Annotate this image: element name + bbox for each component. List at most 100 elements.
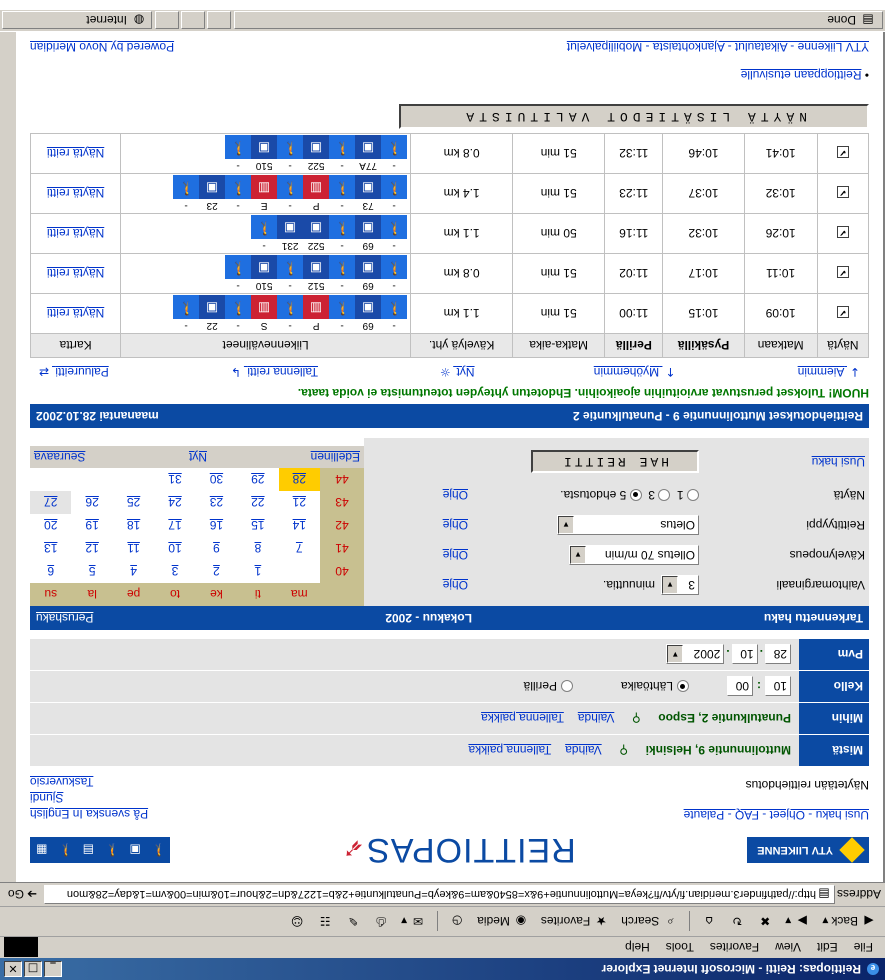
calendar-day[interactable]: 2 bbox=[196, 560, 237, 583]
show-3-radio[interactable] bbox=[658, 489, 671, 501]
route-checkbox[interactable]: ✔ bbox=[836, 226, 849, 239]
now-link[interactable]: Nyt ☼ bbox=[437, 364, 475, 380]
ytv-logo[interactable]: YTV LIIKENNE bbox=[747, 837, 869, 863]
calendar-day[interactable]: 22 bbox=[237, 491, 278, 514]
from-save-link[interactable]: Tallenna paikka bbox=[468, 744, 551, 758]
calendar-day[interactable]: 5 bbox=[71, 560, 112, 583]
show-route-link[interactable]: Näytä reitti bbox=[47, 187, 104, 201]
calendar-day[interactable]: 16 bbox=[196, 514, 237, 537]
calendar-day[interactable]: 11 bbox=[113, 537, 154, 560]
save-route-link[interactable]: Tallenna reitti ↳ bbox=[228, 364, 318, 380]
stop-button[interactable]: ✖ bbox=[753, 912, 777, 932]
route-type-select[interactable]: Oletus ▼ bbox=[557, 515, 699, 535]
calendar-day[interactable]: 1 bbox=[237, 560, 278, 583]
walk-speed-select[interactable]: Olletus 70 m/min ▼ bbox=[569, 545, 699, 565]
calendar-day[interactable]: 14 bbox=[279, 514, 320, 537]
menu-file[interactable]: File bbox=[846, 941, 881, 955]
calendar-day[interactable]: 4 bbox=[113, 560, 154, 583]
calendar-now-link[interactable]: Nyt bbox=[189, 450, 207, 464]
calendar-day[interactable]: 3 bbox=[154, 560, 195, 583]
powered-by-link[interactable]: Powered by Novo Meridian bbox=[30, 40, 174, 54]
calendar-day[interactable]: 13 bbox=[30, 537, 71, 560]
earlier-link[interactable]: ↓ Aiemmin bbox=[798, 364, 863, 380]
route-checkbox[interactable]: ✔ bbox=[836, 306, 849, 319]
help-link[interactable]: Ohje bbox=[368, 518, 468, 532]
to-save-link[interactable]: Tallenna paikka bbox=[481, 712, 564, 726]
calendar-day[interactable]: 12 bbox=[71, 537, 112, 560]
help-link[interactable]: Ohje bbox=[368, 578, 468, 592]
from-change-link[interactable]: Vaihda bbox=[565, 744, 601, 758]
mail-button[interactable]: ✉ ▾ bbox=[397, 912, 430, 932]
route-checkbox[interactable]: ✔ bbox=[836, 146, 849, 159]
close-button[interactable]: ✕ bbox=[4, 961, 22, 977]
calendar-day[interactable]: 26 bbox=[71, 491, 112, 514]
calendar-prev-link[interactable]: Edellinen bbox=[311, 450, 360, 464]
transfer-margin-select[interactable]: 3 ▼ bbox=[661, 575, 699, 595]
refresh-button[interactable]: ↻ bbox=[725, 912, 749, 932]
help-link[interactable]: Ohje bbox=[368, 548, 468, 562]
calendar-day[interactable]: 6 bbox=[30, 560, 71, 583]
calendar-day[interactable]: 29 bbox=[237, 468, 278, 491]
pocket-version-link[interactable]: Taskuversio bbox=[30, 774, 148, 790]
go-button[interactable]: ➔ Go bbox=[4, 887, 44, 903]
favorites-button[interactable]: ★ Favorites bbox=[537, 912, 613, 932]
route-checkbox[interactable]: ✔ bbox=[836, 186, 849, 199]
ytv-links[interactable]: YTV Liikenne - Aikataulut - Ajankohtaist… bbox=[567, 40, 869, 54]
menu-view[interactable]: View bbox=[767, 941, 809, 955]
top-nav-links[interactable]: Uusi haku - Ohjeet - FAQ - Palaute bbox=[684, 808, 869, 822]
return-route-link[interactable]: Paluureitti ⇄ bbox=[36, 364, 109, 380]
address-input[interactable]: ▤ http://pathfinder3.meridian.fi/ytv/fi?… bbox=[44, 885, 835, 904]
show-route-link[interactable]: Näytä reitti bbox=[47, 227, 104, 241]
route-checkbox[interactable]: ✔ bbox=[836, 266, 849, 279]
media-button[interactable]: ◉ Media bbox=[473, 912, 533, 932]
year-select[interactable]: 2002 ▼ bbox=[666, 644, 725, 665]
day-input[interactable]: 28 bbox=[765, 644, 791, 665]
back-button[interactable]: ◀ Back ▾ bbox=[818, 912, 881, 932]
menu-favorites[interactable]: Favorites bbox=[702, 941, 767, 955]
hour-input[interactable]: 10 bbox=[765, 676, 791, 697]
history-button[interactable]: ◷ bbox=[445, 912, 469, 932]
show-details-button[interactable]: NÄYTÄ LISÄTIEDOT VALITUISTA bbox=[399, 104, 869, 129]
calendar-day[interactable]: 25 bbox=[113, 491, 154, 514]
discuss-button[interactable]: ☷ bbox=[313, 912, 337, 932]
menu-help[interactable]: Help bbox=[617, 941, 658, 955]
calendar-day[interactable]: 18 bbox=[113, 514, 154, 537]
menu-tools[interactable]: Tools bbox=[658, 941, 702, 955]
basic-search-link[interactable]: Perushaku bbox=[36, 611, 93, 625]
sjundi-link[interactable]: Sjundi bbox=[30, 790, 148, 806]
calendar-day[interactable]: 9 bbox=[196, 537, 237, 560]
forward-button[interactable]: ▶ ▾ bbox=[781, 912, 814, 932]
calendar-day[interactable]: 21 bbox=[279, 491, 320, 514]
maximize-button[interactable]: □ bbox=[24, 961, 42, 977]
minimize-button[interactable]: _ bbox=[44, 961, 62, 977]
later-link[interactable]: ↑ Myöhemmin bbox=[594, 364, 679, 380]
calendar-day[interactable]: 17 bbox=[154, 514, 195, 537]
search-route-button[interactable]: HAE REITTI bbox=[530, 450, 699, 474]
help-link[interactable]: Ohje bbox=[368, 488, 468, 502]
language-links[interactable]: På svenska In English bbox=[30, 806, 148, 822]
calendar-day[interactable]: 30 bbox=[196, 468, 237, 491]
calendar-day[interactable]: 7 bbox=[279, 537, 320, 560]
edit-button[interactable]: ✎ bbox=[341, 912, 365, 932]
show-5-radio[interactable] bbox=[629, 489, 642, 501]
calendar-next-link[interactable]: Seuraava bbox=[34, 450, 85, 464]
calendar-day[interactable]: 10 bbox=[154, 537, 195, 560]
calendar-day[interactable]: 27 bbox=[30, 491, 72, 514]
home-button[interactable]: ⌂ bbox=[697, 912, 721, 932]
show-route-link[interactable]: Näytä reitti bbox=[47, 307, 104, 321]
show-route-link[interactable]: Näytä reitti bbox=[47, 147, 104, 161]
calendar-day[interactable]: 24 bbox=[154, 491, 195, 514]
calendar-day[interactable]: 19 bbox=[71, 514, 112, 537]
magnifier-icon[interactable]: ⚲ bbox=[628, 711, 644, 727]
departure-radio[interactable] bbox=[677, 680, 689, 693]
search-button[interactable]: ⌕ Search bbox=[617, 912, 682, 932]
show-route-link[interactable]: Näytä reitti bbox=[47, 267, 104, 281]
calendar-day[interactable]: 31 bbox=[154, 468, 195, 491]
magnifier-icon[interactable]: ⚲ bbox=[616, 743, 632, 759]
new-search-link[interactable]: Uusi haku bbox=[699, 455, 865, 469]
month-input[interactable]: 10 bbox=[731, 644, 758, 665]
minute-input[interactable]: 00 bbox=[727, 676, 753, 697]
messenger-button[interactable]: ☺ bbox=[285, 912, 309, 932]
calendar-day[interactable]: 23 bbox=[196, 491, 237, 514]
show-1-radio[interactable] bbox=[687, 489, 699, 501]
